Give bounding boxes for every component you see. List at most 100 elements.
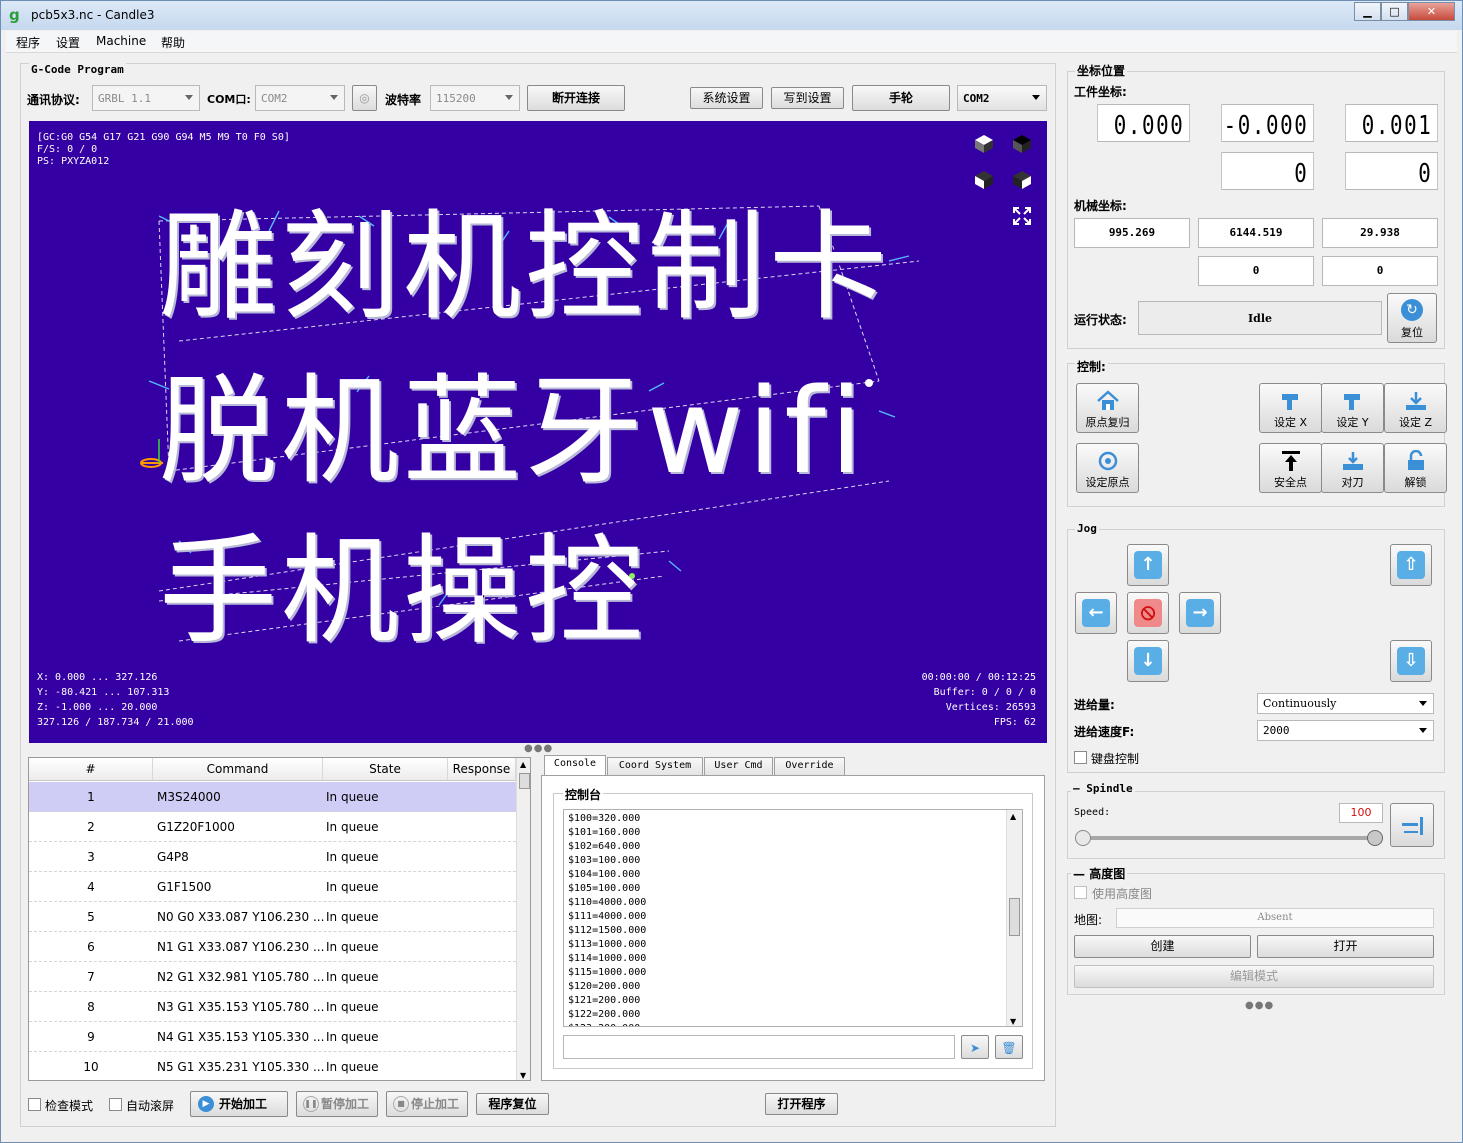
disconnect-button[interactable]: 断开连接 xyxy=(527,85,625,111)
jog-x-plus-button[interactable]: → xyxy=(1179,592,1221,634)
feed-rate-select[interactable]: 2000 xyxy=(1257,720,1434,741)
auto-scroll-checkbox[interactable] xyxy=(109,1098,122,1111)
bounds-x: X: 0.000 ... 327.126 xyxy=(37,672,158,683)
use-heightmap-checkbox[interactable] xyxy=(1074,886,1087,899)
spindle-speed-value[interactable]: 100 xyxy=(1339,803,1383,823)
menu-program[interactable]: 程序 xyxy=(16,34,40,51)
table-scrollbar[interactable]: ▲ ▼ xyxy=(516,758,530,1080)
start-button[interactable]: ▶ 开始加工 xyxy=(190,1091,288,1117)
fit-view-icon[interactable] xyxy=(1011,205,1033,227)
jog-z-plus-button[interactable]: ⇧ xyxy=(1390,544,1432,586)
row-command: N5 G1 X35.231 Y105.330 ... xyxy=(157,1060,325,1074)
spindle-toggle-button[interactable] xyxy=(1390,803,1434,847)
pause-button[interactable]: ❚❚ 暂停加工 xyxy=(296,1091,378,1117)
edit-mode-button[interactable]: 编辑模式 xyxy=(1074,965,1434,988)
keyboard-control-checkbox[interactable] xyxy=(1074,751,1087,764)
open-program-button[interactable]: 打开程序 xyxy=(765,1093,838,1115)
view-front-icon[interactable] xyxy=(973,169,995,191)
unlock-button[interactable]: 解锁 xyxy=(1384,443,1447,493)
maximize-button[interactable]: □ xyxy=(1381,2,1408,21)
stop-button[interactable]: ■ 停止加工 xyxy=(386,1091,468,1117)
table-row[interactable]: 5 N0 G0 X33.087 Y106.230 ... In queue xyxy=(29,902,516,932)
menu-machine[interactable]: Machine xyxy=(96,34,146,48)
tab-console[interactable]: Console xyxy=(544,755,606,775)
table-row[interactable]: 4 G1F1500 In queue xyxy=(29,872,516,902)
table-row[interactable]: 1 M3S24000 In queue xyxy=(29,782,516,812)
view-left-icon[interactable] xyxy=(1011,169,1033,191)
minimize-button[interactable]: ▁ xyxy=(1354,2,1381,21)
tab-coord-system[interactable]: Coord System xyxy=(607,757,703,775)
table-row[interactable]: 2 G1Z20F1000 In queue xyxy=(29,812,516,842)
feed-step-select[interactable]: Continuously xyxy=(1257,693,1434,714)
system-settings-button[interactable]: 系统设置 xyxy=(690,87,763,109)
create-heightmap-button[interactable]: 创建 xyxy=(1074,935,1251,958)
baud-select[interactable]: 115200 xyxy=(430,85,520,111)
tab-user-cmd[interactable]: User Cmd xyxy=(704,757,773,775)
jog-y-minus-button[interactable]: ↓ xyxy=(1127,640,1169,682)
col-number[interactable]: # xyxy=(29,758,153,781)
splitter-handle[interactable]: ●●● xyxy=(524,743,553,754)
clear-console-button[interactable]: 🗑 xyxy=(995,1035,1023,1059)
set-z-button[interactable]: 设定 Z xyxy=(1384,383,1447,433)
row-command: G1F1500 xyxy=(157,880,212,894)
console-command-input[interactable] xyxy=(563,1035,955,1059)
row-state: In queue xyxy=(326,1030,379,1044)
spindle-slider-track[interactable] xyxy=(1081,836,1377,840)
jog-x-minus-button[interactable]: ← xyxy=(1075,592,1117,634)
protocol-select[interactable]: GRBL 1.1 xyxy=(92,85,200,111)
set-origin-button[interactable]: 设定原点 xyxy=(1076,443,1139,493)
jog-stop-button[interactable]: ⦸ xyxy=(1127,592,1169,634)
work-b: 0 xyxy=(1345,152,1438,190)
table-row[interactable]: 9 N4 G1 X35.153 Y105.330 ... In queue xyxy=(29,1022,516,1052)
program-reset-button[interactable]: 程序复位 xyxy=(476,1093,549,1115)
probe-button[interactable]: 对刀 xyxy=(1321,443,1384,493)
arrow-left-icon: ← xyxy=(1082,599,1110,627)
console-line: $115=1000.000 xyxy=(568,967,647,978)
view-top-icon[interactable] xyxy=(1011,133,1033,155)
console-scrollbar[interactable]: ▲ ▼ xyxy=(1006,810,1022,1026)
port-select[interactable]: COM2 xyxy=(255,85,345,111)
console-output[interactable]: $100=320.000 $101=160.000 $102=640.000 $103… xyxy=(563,809,1023,1027)
tab-override[interactable]: Override xyxy=(774,757,845,775)
table-row[interactable]: 8 N3 G1 X35.153 Y105.780 ... In queue xyxy=(29,992,516,1022)
col-command[interactable]: Command xyxy=(153,758,323,781)
set-x-button[interactable]: 设定 X xyxy=(1259,383,1322,433)
table-row[interactable]: 6 N1 G1 X33.087 Y106.230 ... In queue xyxy=(29,932,516,962)
spindle-slider-min-handle[interactable] xyxy=(1075,830,1091,846)
table-row[interactable]: 3 G4P8 In queue xyxy=(29,842,516,872)
handwheel-port-select[interactable]: COM2 xyxy=(957,85,1047,111)
refresh-port-button[interactable]: ◎ xyxy=(352,85,377,111)
table-row[interactable]: 7 N2 G1 X32.981 Y105.780 ... In queue xyxy=(29,962,516,992)
send-command-button[interactable]: ➤ xyxy=(961,1035,989,1059)
console-group-title: 控制台 xyxy=(563,786,604,803)
feed-rate-label: 进给速度F: xyxy=(1074,725,1135,739)
machine-coords-label: 机械坐标: xyxy=(1074,199,1127,213)
home-button[interactable]: 原点复归 xyxy=(1076,383,1139,433)
map-path-field[interactable]: Absent xyxy=(1116,908,1434,928)
table-row[interactable]: 10 N5 G1 X35.231 Y105.330 ... In queue xyxy=(29,1052,516,1080)
col-response[interactable]: Response xyxy=(448,758,516,781)
jog-z-minus-button[interactable]: ⇩ xyxy=(1390,640,1432,682)
close-button[interactable]: ✕ xyxy=(1408,2,1455,21)
menu-settings[interactable]: 设置 xyxy=(56,34,80,51)
gcode-group-title: G-Code Program xyxy=(29,63,126,76)
engraving-text-line-3: 手机操控 xyxy=(159,522,648,660)
check-mode-checkbox[interactable] xyxy=(28,1098,41,1111)
gcode-visualizer[interactable]: [GC:G0 G54 G17 G21 G90 G94 M5 M9 T0 F0 S… xyxy=(29,121,1047,743)
jog-y-plus-button[interactable]: ↑ xyxy=(1127,544,1169,586)
gcode-table[interactable]: # Command State Response 1 M3S24000 In que… xyxy=(28,757,531,1081)
col-state[interactable]: State xyxy=(323,758,448,781)
probe-icon xyxy=(1342,452,1363,470)
write-settings-button[interactable]: 写到设置 xyxy=(771,87,844,109)
handwheel-button[interactable]: 手轮 xyxy=(852,85,950,111)
safe-position-button[interactable]: 安全点 xyxy=(1259,443,1322,493)
reset-button[interactable]: ↻ 复位 xyxy=(1387,293,1437,343)
spindle-slider-handle[interactable] xyxy=(1367,830,1383,846)
arrow-right-icon: → xyxy=(1186,599,1214,627)
row-state: In queue xyxy=(326,1000,379,1014)
right-panel-splitter[interactable]: ●●● xyxy=(1245,1000,1274,1011)
set-y-button[interactable]: 设定 Y xyxy=(1321,383,1384,433)
view-iso-icon[interactable] xyxy=(973,133,995,155)
menu-help[interactable]: 帮助 xyxy=(161,34,185,51)
open-heightmap-button[interactable]: 打开 xyxy=(1257,935,1434,958)
